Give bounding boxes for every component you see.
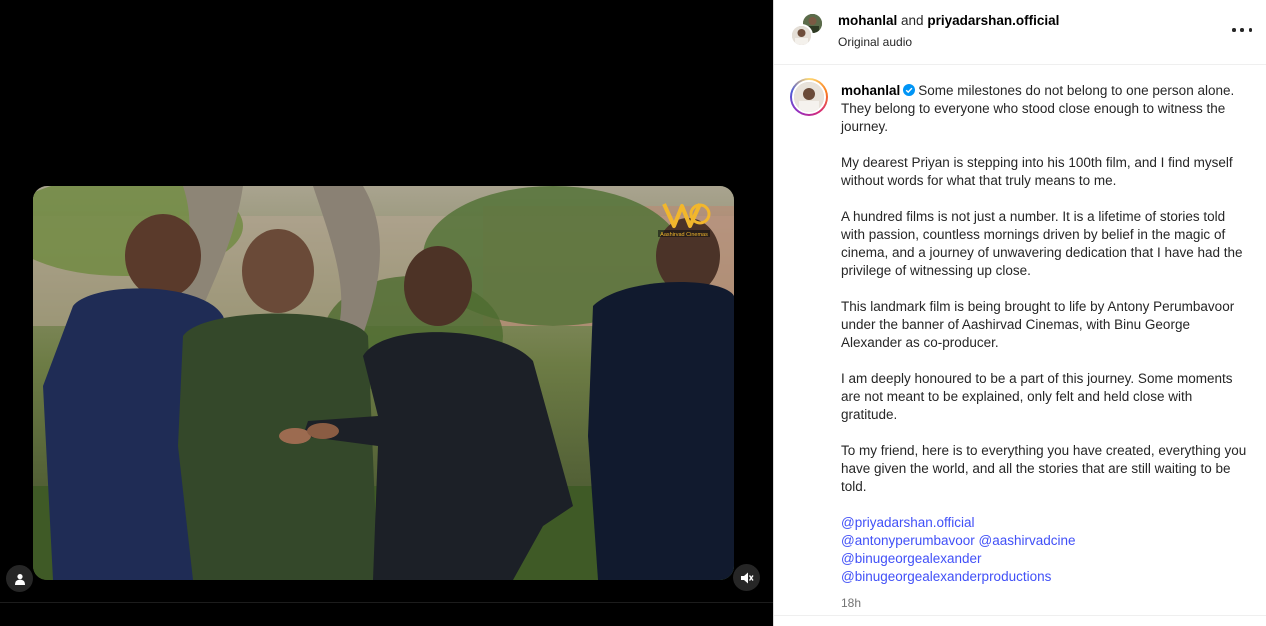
caption-paragraph: This landmark film is being brought to l…: [841, 299, 1235, 350]
caption-area: mohanlal Some milestones do not belong to…: [774, 66, 1266, 616]
video-progress-track[interactable]: [0, 602, 773, 603]
post-caption: mohanlal Some milestones do not belong to…: [841, 82, 1251, 612]
header-text: mohanlal and priyadarshan.official Origi…: [838, 12, 1059, 50]
speaker-muted-icon: [740, 572, 754, 583]
more-options-button[interactable]: [1232, 22, 1252, 38]
post-header: mohanlal and priyadarshan.official Origi…: [774, 0, 1266, 65]
caption-username[interactable]: mohanlal: [841, 83, 900, 98]
post-authors: mohanlal and priyadarshan.official: [838, 12, 1059, 30]
watermark-text: Aashirvad Cinemas: [660, 232, 708, 238]
caption-avatar[interactable]: [790, 78, 828, 116]
caption-first-block: mohanlal Some milestones do not belong to…: [841, 82, 1251, 136]
more-dot-icon: [1240, 28, 1244, 32]
collab-avatars[interactable]: [790, 12, 826, 48]
media-panel[interactable]: Aashirvad Cinemas: [0, 0, 773, 626]
mention-link[interactable]: @priyadarshan.official: [841, 514, 1251, 532]
verified-badge-icon: [903, 84, 916, 96]
tagged-people-button[interactable]: [6, 565, 33, 592]
mention-link[interactable]: @antonyperumbavoor @aashirvadcine: [841, 532, 1251, 550]
audio-link[interactable]: Original audio: [838, 34, 1059, 50]
caption-paragraph: To my friend, here is to everything you …: [841, 443, 1247, 494]
caption-paragraph: My dearest Priyan is stepping into his 1…: [841, 155, 1233, 188]
author-connector: and: [901, 13, 924, 28]
author-link-priyadarshan[interactable]: priyadarshan.official: [927, 13, 1059, 28]
caption-paragraph: I am deeply honoured to be a part of thi…: [841, 371, 1233, 422]
author-link-mohanlal[interactable]: mohanlal: [838, 13, 897, 28]
more-dot-icon: [1232, 28, 1236, 32]
reel-video[interactable]: Aashirvad Cinemas: [33, 186, 734, 580]
caption-mentions: @priyadarshan.official @antonyperumbavoo…: [841, 514, 1251, 586]
video-still: [33, 186, 734, 580]
mute-toggle-button[interactable]: [733, 564, 760, 591]
person-icon: [14, 573, 25, 585]
more-dot-icon: [1248, 28, 1252, 32]
avatar-mohanlal[interactable]: [790, 24, 813, 47]
mention-link[interactable]: @binugeorgealexanderproductions: [841, 568, 1251, 586]
post-timestamp[interactable]: 18h: [841, 594, 1251, 612]
divider: [774, 615, 1266, 616]
mention-link[interactable]: @binugeorgealexander: [841, 550, 1251, 568]
caption-paragraph: A hundred films is not just a number. It…: [841, 209, 1243, 278]
aashirvad-cinemas-logo: Aashirvad Cinemas: [652, 200, 716, 240]
post-side-panel: mohanlal and priyadarshan.official Origi…: [773, 0, 1266, 626]
